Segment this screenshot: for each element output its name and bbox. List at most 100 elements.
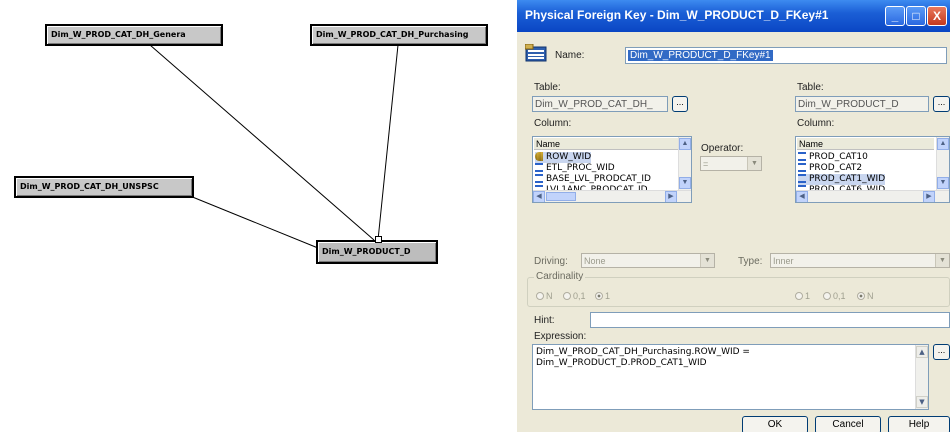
join-line-purchasing[interactable] (377, 44, 399, 241)
scroll-left-icon[interactable]: ◀ (796, 191, 808, 202)
right-list-vscrollbar[interactable]: ▲ ▼ (936, 137, 949, 190)
cardinality-left-1-radio[interactable]: 1 (595, 291, 610, 301)
scroll-up-icon[interactable]: ▲ (937, 138, 949, 150)
column-icon (535, 163, 543, 172)
join-lines (149, 44, 399, 249)
expression-vscrollbar[interactable]: ▲ ▼ (915, 345, 928, 409)
radio-selected-icon (595, 292, 603, 300)
hint-input[interactable] (590, 312, 950, 328)
driving-value: None (584, 256, 606, 266)
table-node-label: Dim_W_PROD_CAT_DH_Genera (51, 30, 186, 39)
scroll-up-icon[interactable]: ▲ (916, 346, 928, 358)
operator-dropdown[interactable]: = ▼ (700, 156, 762, 171)
column-icon (798, 174, 806, 183)
left-table-field[interactable]: Dim_W_PROD_CAT_DH_ (532, 96, 668, 112)
foreign-key-icon (525, 44, 547, 62)
expression-label: Expression: (534, 331, 587, 342)
scroll-up-icon[interactable]: ▲ (679, 138, 691, 150)
cardinality-right-1-radio[interactable]: 1 (795, 291, 810, 301)
ok-button[interactable]: OK (742, 416, 808, 432)
type-label: Type: (738, 256, 763, 267)
cardinality-left-n-radio[interactable]: N (536, 291, 553, 301)
chevron-down-icon: ▼ (747, 157, 761, 170)
minimize-button[interactable]: _ (885, 6, 905, 26)
list-item[interactable]: PROD_CAT2 (798, 163, 862, 174)
right-table-browse-button[interactable]: ... (933, 96, 950, 112)
table-node-label: Dim_W_PROD_CAT_DH_Purchasing (316, 30, 469, 39)
cardinality-group (527, 277, 950, 307)
table-node-label: Dim_W_PROD_CAT_DH_UNSPSC (20, 182, 159, 191)
scroll-right-icon[interactable]: ▶ (665, 191, 677, 202)
left-column-list[interactable]: Name ROW_WID ETL_PROC_WID BASE_LVL_PRODC… (532, 136, 692, 203)
name-label: Name: (555, 50, 585, 61)
driving-dropdown[interactable]: None ▼ (581, 253, 715, 268)
left-table-browse-button[interactable]: ... (672, 96, 688, 112)
scroll-down-icon[interactable]: ▼ (937, 177, 949, 189)
table-node-purchasing[interactable]: Dim_W_PROD_CAT_DH_Purchasing (310, 24, 488, 46)
radio-icon (536, 292, 544, 300)
chevron-down-icon: ▼ (700, 254, 714, 267)
expression-builder-button[interactable]: ... (933, 344, 950, 360)
name-input-value: Dim_W_PRODUCT_D_FKey#1 (628, 50, 773, 61)
right-table-label: Table: (797, 82, 824, 93)
column-icon (535, 174, 543, 183)
left-table-label: Table: (534, 82, 561, 93)
cardinality-right-01-radio[interactable]: 0,1 (823, 291, 846, 301)
type-dropdown[interactable]: Inner ▼ (770, 253, 950, 268)
right-list-header[interactable]: Name (797, 138, 934, 150)
dialog-title: Physical Foreign Key - Dim_W_PRODUCT_D_F… (525, 8, 829, 22)
foreign-key-dialog: Physical Foreign Key - Dim_W_PRODUCT_D_F… (517, 0, 950, 432)
scroll-down-icon[interactable]: ▼ (679, 177, 691, 189)
expression-textarea[interactable]: Dim_W_PROD_CAT_DH_Purchasing.ROW_WID = D… (532, 344, 929, 410)
name-input[interactable]: Dim_W_PRODUCT_D_FKey#1 (625, 47, 947, 64)
radio-selected-icon (857, 292, 865, 300)
right-column-label: Column: (797, 118, 835, 129)
cancel-button[interactable]: Cancel (815, 416, 881, 432)
scroll-left-icon[interactable]: ◀ (533, 191, 545, 202)
radio-icon (823, 292, 831, 300)
expression-line: Dim_W_PRODUCT_D.PROD_CAT1_WID (536, 358, 707, 368)
operator-label: Operator: (701, 143, 744, 154)
maximize-button[interactable]: □ (906, 6, 926, 26)
left-list-vscrollbar[interactable]: ▲ ▼ (678, 137, 691, 190)
scroll-down-icon[interactable]: ▼ (916, 396, 928, 408)
list-item[interactable]: PROD_CAT10 (798, 152, 868, 163)
scroll-thumb[interactable] (546, 192, 576, 201)
scroll-right-icon[interactable]: ▶ (923, 191, 935, 202)
list-item[interactable]: PROD_CAT1_WID (798, 174, 886, 185)
right-column-list[interactable]: Name PROD_CAT10 PROD_CAT2 PROD_CAT1_WID … (795, 136, 950, 203)
expression-line: Dim_W_PROD_CAT_DH_Purchasing.ROW_WID = (536, 347, 750, 357)
join-line-unspsc[interactable] (189, 195, 319, 249)
chevron-down-icon: ▼ (935, 254, 949, 267)
operator-value: = (703, 159, 709, 169)
table-node-unspsc[interactable]: Dim_W_PROD_CAT_DH_UNSPSC (14, 176, 194, 198)
title-bar[interactable]: Physical Foreign Key - Dim_W_PRODUCT_D_F… (517, 0, 950, 32)
list-item[interactable]: BASE_LVL_PRODCAT_ID (535, 174, 651, 185)
table-node-product[interactable]: Dim_W_PRODUCT_D (316, 240, 438, 264)
radio-icon (563, 292, 571, 300)
column-icon (798, 152, 806, 161)
left-column-label: Column: (534, 118, 572, 129)
driving-label: Driving: (534, 256, 568, 267)
list-item[interactable]: ROW_WID (535, 152, 592, 163)
table-node-label: Dim_W_PRODUCT_D (322, 247, 411, 256)
cardinality-left-01-radio[interactable]: 0,1 (563, 291, 586, 301)
help-button[interactable]: Help (888, 416, 950, 432)
close-button[interactable]: X (927, 6, 947, 26)
radio-icon (795, 292, 803, 300)
diagram-canvas[interactable]: Dim_W_PROD_CAT_DH_Genera Dim_W_PROD_CAT_… (0, 0, 515, 432)
column-icon (798, 163, 806, 172)
hint-label: Hint: (534, 315, 555, 326)
type-value: Inner (773, 256, 794, 266)
key-icon (535, 152, 543, 161)
join-line-genera[interactable] (149, 44, 375, 241)
table-node-genera[interactable]: Dim_W_PROD_CAT_DH_Genera (45, 24, 223, 46)
list-item[interactable]: ETL_PROC_WID (535, 163, 615, 174)
left-list-hscrollbar[interactable]: ◀ ▶ (533, 190, 691, 202)
right-list-hscrollbar[interactable]: ◀ ▶ (796, 190, 949, 202)
right-table-field[interactable]: Dim_W_PRODUCT_D (795, 96, 929, 112)
cardinality-right-n-radio[interactable]: N (857, 291, 874, 301)
cardinality-label: Cardinality (534, 271, 586, 282)
left-list-header[interactable]: Name (534, 138, 678, 150)
connection-handle[interactable] (375, 236, 382, 243)
